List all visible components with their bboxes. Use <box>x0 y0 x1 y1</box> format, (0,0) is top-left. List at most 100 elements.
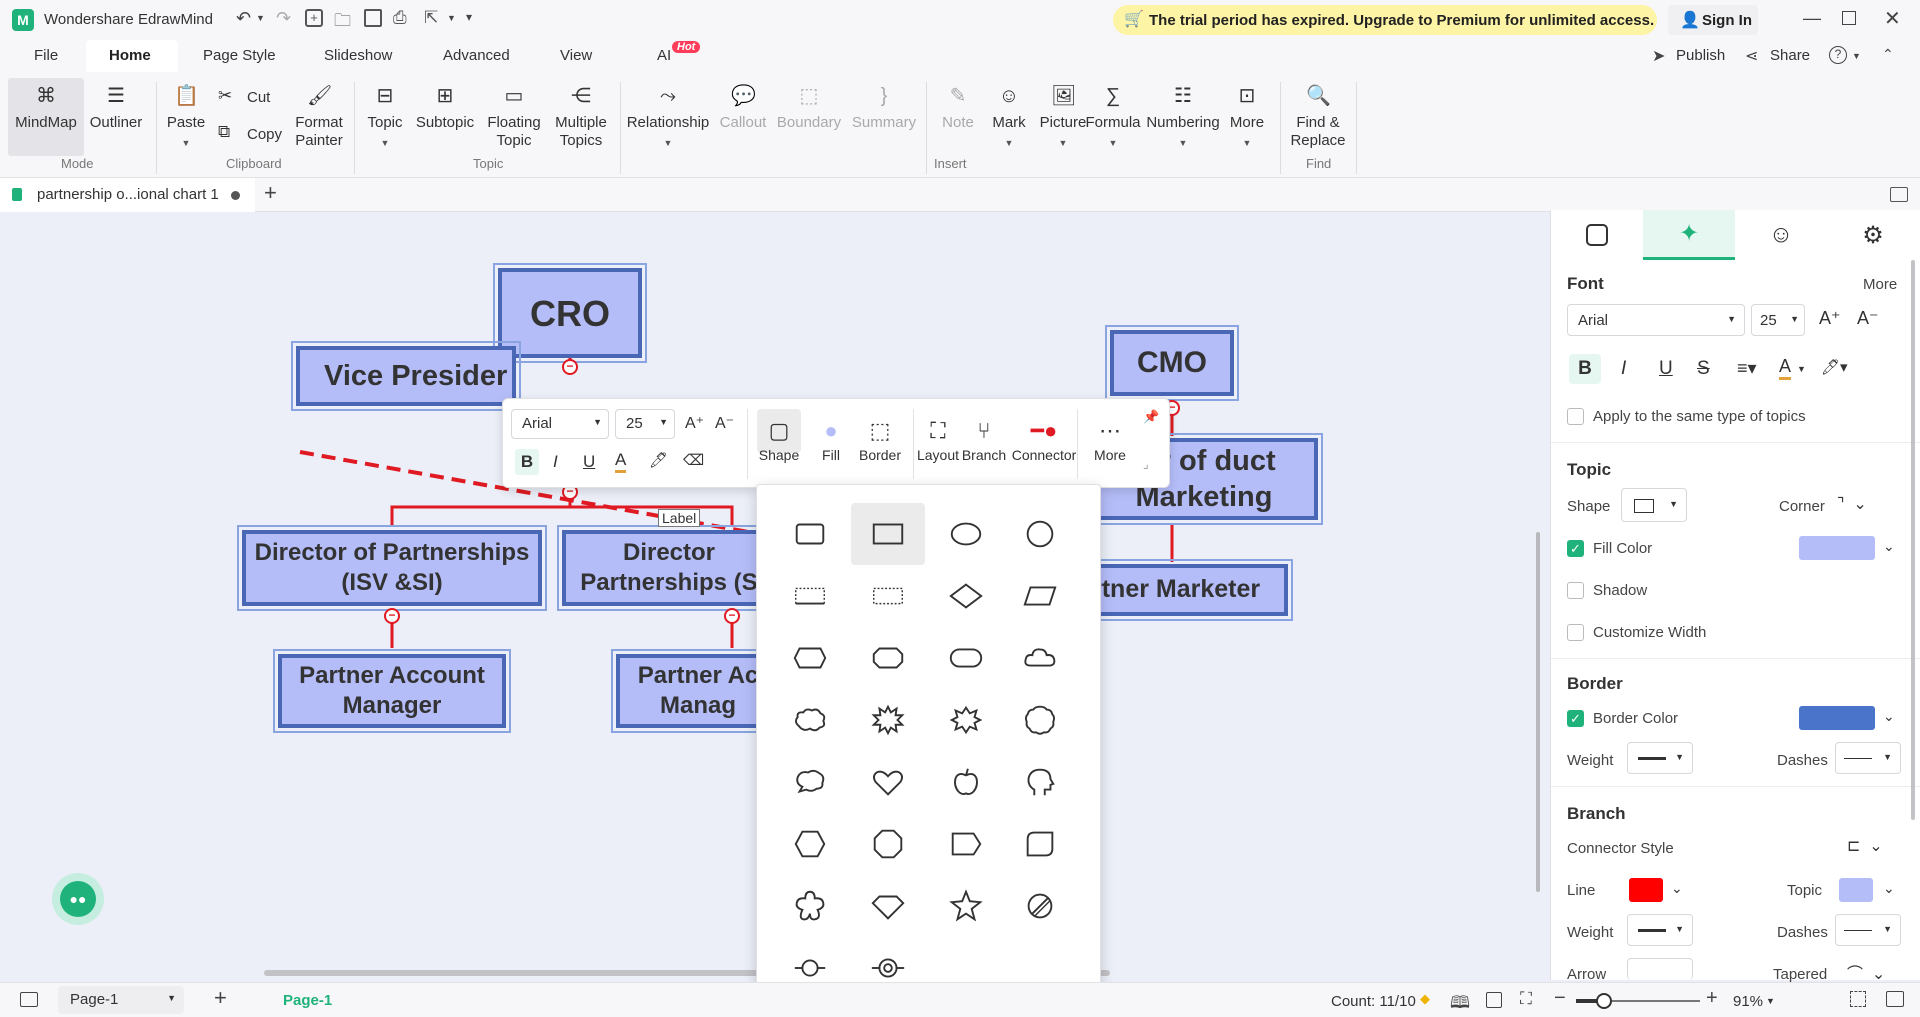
head-shape[interactable] <box>1003 751 1077 813</box>
tab-ai[interactable]: AI <box>657 47 671 64</box>
panel-font-color-icon[interactable]: A <box>1779 356 1792 380</box>
hexagon-shape[interactable] <box>773 813 847 875</box>
hexagon-wide-shape[interactable] <box>773 627 847 689</box>
star-shape[interactable] <box>929 875 1003 937</box>
relationship-label[interactable]: Label <box>658 509 701 527</box>
zoom-level[interactable]: 91% <box>1733 993 1763 1010</box>
underline-icon[interactable]: U <box>583 452 595 472</box>
tab-page-format[interactable] <box>1551 210 1643 260</box>
zoom-slider-handle[interactable] <box>1596 993 1612 1009</box>
octagon-wide-shape[interactable] <box>851 627 925 689</box>
numbering-button[interactable]: ☷ Numbering ▼ <box>1143 84 1223 152</box>
collapse-director-isv-icon[interactable]: − <box>384 608 400 624</box>
formula-button[interactable]: ∑ Formula ▼ <box>1083 84 1143 152</box>
border-color-checkbox[interactable]: ✓ <box>1567 710 1584 727</box>
numbering-dropdown-icon[interactable]: ▼ <box>1143 134 1223 152</box>
tab-file[interactable]: File <box>34 47 58 64</box>
help-dropdown-icon[interactable]: ▼ <box>1852 51 1861 61</box>
page-tab[interactable]: Page-1 <box>283 992 332 1009</box>
more-insert-button[interactable]: ⊡ More ▼ <box>1224 84 1270 152</box>
underline-box-shape[interactable] <box>773 565 847 627</box>
paste-dropdown-icon[interactable]: ▼ <box>162 134 210 152</box>
topic-director-s[interactable]: Director Partnerships (S <box>557 525 767 611</box>
no-shape-icon[interactable] <box>1003 875 1077 937</box>
pin-icon[interactable]: 📌 <box>1143 409 1159 425</box>
panel-font-color-dropdown-icon[interactable]: ▼ <box>1797 364 1806 374</box>
vertical-scrollbar[interactable] <box>1536 532 1540 892</box>
clear-format-icon[interactable]: ⌫ <box>683 451 704 469</box>
save-icon[interactable] <box>364 9 382 27</box>
tab-slideshow[interactable]: Slideshow <box>324 47 392 64</box>
topic-dropdown-icon[interactable]: ▼ <box>360 134 410 152</box>
customize-quick-access-icon[interactable]: ▾ <box>466 10 472 24</box>
strikethrough-icon[interactable]: S <box>1697 358 1710 380</box>
page-list-icon[interactable] <box>20 992 38 1007</box>
increase-font-icon[interactable]: A⁺ <box>685 413 704 433</box>
multiple-topics-button[interactable]: ⋲ Multiple Topics <box>550 84 612 150</box>
callout-button[interactable]: 💬 Callout <box>716 84 770 132</box>
topic-color-swatch[interactable] <box>1839 878 1873 902</box>
subtopic-button[interactable]: ⊞ Subtopic <box>413 84 477 132</box>
italic-icon[interactable]: I <box>553 452 558 472</box>
panel-font-select[interactable]: Arial ▼ <box>1567 304 1745 336</box>
panel-bold-icon[interactable]: B <box>1569 354 1601 384</box>
decrease-font-icon[interactable]: A⁻ <box>715 413 734 433</box>
increase-font-icon[interactable]: A⁺ <box>1819 308 1841 329</box>
copy-button[interactable]: Copy <box>247 126 282 143</box>
fill-button[interactable]: ● Fill <box>809 417 853 463</box>
restore-icon[interactable] <box>1842 11 1856 25</box>
share-button[interactable]: Share <box>1770 47 1810 64</box>
folded-corner-shape[interactable] <box>1003 813 1077 875</box>
border-button[interactable]: ⬚ Border <box>853 417 907 463</box>
float-size-select[interactable]: 25 ▼ <box>615 409 675 439</box>
tab-theme[interactable]: ⚙ <box>1827 210 1919 260</box>
topic-director-isv[interactable]: Director of Partnerships (ISV &SI) <box>237 525 547 611</box>
topic-partner-account-manager[interactable]: Partner Account Manager <box>273 649 511 733</box>
topic-partner-account-manager-2[interactable]: Partner Ac Manag <box>611 649 771 733</box>
relationship-dropdown-icon[interactable]: ▼ <box>624 134 712 152</box>
new-file-icon[interactable]: + <box>305 9 323 27</box>
arrow-select[interactable] <box>1627 958 1693 980</box>
topic-color-dropdown-icon[interactable]: ⌄ <box>1883 880 1895 897</box>
topic-cro[interactable]: CRO <box>493 263 647 363</box>
format-painter-button[interactable]: 🖌 Format Painter <box>290 84 348 150</box>
fit-page-icon[interactable] <box>1486 992 1502 1008</box>
align-icon[interactable]: ≡▾ <box>1737 358 1757 379</box>
resize-icon[interactable]: ⌟ <box>1143 457 1149 471</box>
pentagon-arrow-shape[interactable] <box>929 813 1003 875</box>
line-color-dropdown-icon[interactable]: ⌄ <box>1671 880 1683 897</box>
help-icon[interactable]: ? <box>1829 46 1847 64</box>
shape-button[interactable]: ▢ Shape <box>753 417 805 463</box>
fullscreen-icon[interactable] <box>1850 991 1866 1007</box>
undo-dropdown-icon[interactable]: ▼ <box>256 13 265 23</box>
rectangle-shape[interactable] <box>851 503 925 565</box>
zoom-out-icon[interactable]: − <box>1554 987 1566 1010</box>
clover-shape[interactable] <box>773 875 847 937</box>
formula-dropdown-icon[interactable]: ▼ <box>1083 134 1143 152</box>
tab-view[interactable]: View <box>560 47 592 64</box>
bumpy-cloud-shape[interactable] <box>773 689 847 751</box>
customize-width-checkbox[interactable] <box>1567 624 1584 641</box>
cloud-shape[interactable] <box>1003 627 1077 689</box>
parallelogram-shape[interactable] <box>1003 565 1077 627</box>
undo-icon[interactable]: ↶ <box>236 8 251 29</box>
tab-style[interactable]: ✦ <box>1643 210 1735 260</box>
publish-button[interactable]: Publish <box>1676 47 1725 64</box>
mark-button[interactable]: ☺ Mark ▼ <box>985 84 1033 152</box>
print-icon[interactable]: ⎙ <box>393 8 407 28</box>
fit-width-icon[interactable]: ⛶ <box>1520 989 1532 1009</box>
tab-marks[interactable]: ☺ <box>1735 210 1827 260</box>
scalloped-circle-shape[interactable] <box>1003 689 1077 751</box>
heart-shape[interactable] <box>851 751 925 813</box>
border-color-dropdown-icon[interactable]: ⌄ <box>1883 708 1895 725</box>
close-icon[interactable]: ✕ <box>1884 6 1901 31</box>
connector-button[interactable]: ━● Connector <box>1009 417 1079 463</box>
export-dropdown-icon[interactable]: ▼ <box>447 13 456 23</box>
add-page-icon[interactable]: + <box>214 985 227 1011</box>
collapse-cro-icon[interactable]: − <box>562 359 578 375</box>
paste-button[interactable]: 📋 Paste ▼ <box>162 84 210 152</box>
brain-shape[interactable] <box>773 751 847 813</box>
tab-advanced[interactable]: Advanced <box>443 47 510 64</box>
panel-scrollbar[interactable] <box>1911 260 1915 820</box>
fill-color-dropdown-icon[interactable]: ⌄ <box>1883 538 1895 555</box>
